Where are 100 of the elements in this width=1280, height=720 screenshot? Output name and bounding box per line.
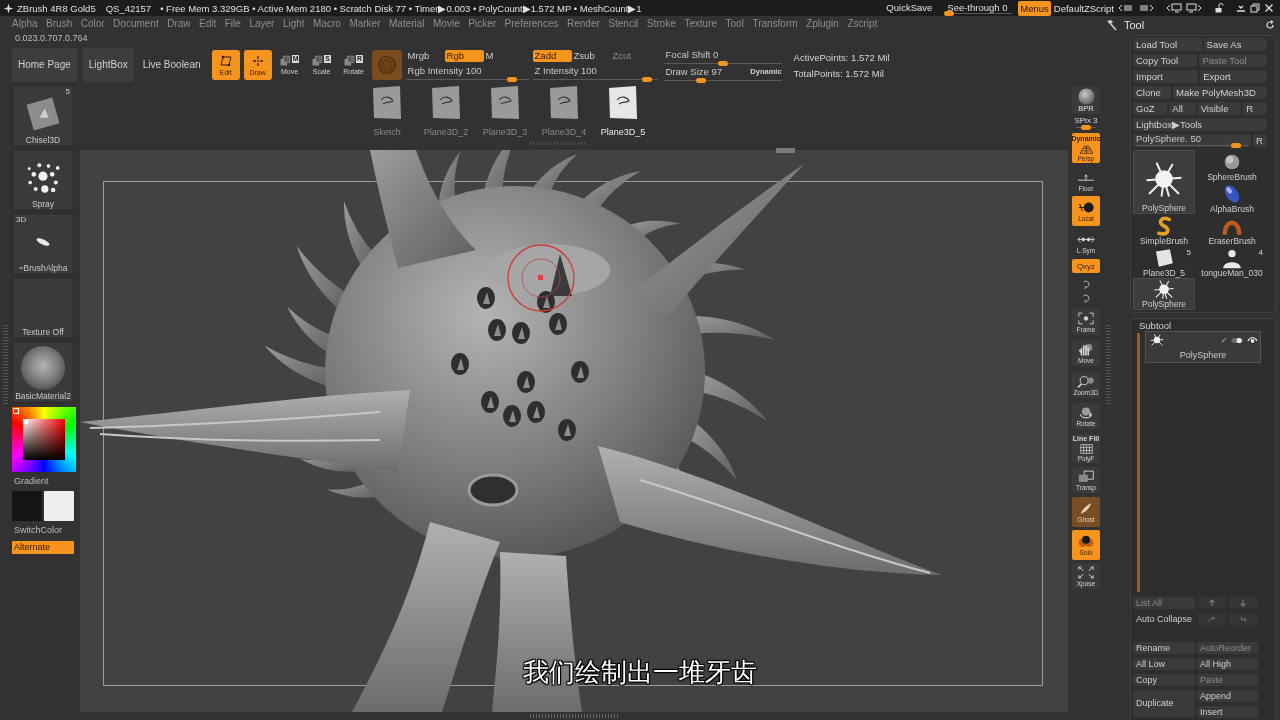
recent-tool-item[interactable]: Sketch <box>362 85 412 141</box>
alternate-toggle[interactable]: Alternate <box>12 541 74 554</box>
tool-tile[interactable]: EraserBrush <box>1197 214 1267 246</box>
menu-item[interactable]: Picker <box>468 19 497 29</box>
subtool-button[interactable]: All High <box>1197 658 1258 670</box>
sculpt-mode-toggle[interactable]: Zsub <box>571 50 611 62</box>
grip-handle-icon[interactable] <box>530 142 586 145</box>
color-swatch[interactable] <box>12 491 42 521</box>
color-mode-toggle[interactable]: M <box>483 50 523 62</box>
recent-tool-item[interactable]: Plane3D_2 <box>421 85 471 141</box>
alpha-slot[interactable]: 3D ~BrushAlpha <box>12 213 74 275</box>
switch-color-label[interactable]: SwitchColor <box>12 525 80 536</box>
material-slot[interactable]: BasicMaterial2 <box>12 341 74 403</box>
menu-item[interactable]: Alpha <box>12 19 38 29</box>
menu-item[interactable]: Tool <box>725 19 744 29</box>
slash-toggle-icon[interactable] <box>1221 337 1227 343</box>
menu-item[interactable]: Render <box>567 19 600 29</box>
color-mode-toggle[interactable]: Rgb <box>444 50 484 62</box>
slider-thumb[interactable] <box>944 11 955 16</box>
insert-button[interactable]: Insert <box>1197 706 1258 718</box>
tool-tile[interactable]: 5 Plane3D_5 <box>1133 246 1195 278</box>
auto-collapse-button[interactable]: Auto Collapse <box>1133 613 1195 625</box>
palette-button[interactable]: Save As <box>1203 38 1266 51</box>
append-button[interactable]: Append <box>1197 690 1258 702</box>
minimize-icon[interactable] <box>1236 3 1246 13</box>
slider-thumb[interactable] <box>1081 125 1091 130</box>
menu-item[interactable]: Macro <box>313 19 341 29</box>
color-swatch[interactable] <box>44 491 74 521</box>
stroke-slot[interactable]: Spray <box>12 149 74 211</box>
grip-handle-icon[interactable] <box>530 714 618 718</box>
refresh-icon[interactable] <box>1265 19 1275 30</box>
tool-tile[interactable]: AlphaBrush <box>1197 182 1267 214</box>
reset-button[interactable]: R <box>1253 134 1266 147</box>
recent-tool-item[interactable]: Plane3D_5 <box>598 85 648 141</box>
slider-thumb[interactable] <box>717 61 728 66</box>
return-arrow-button[interactable] <box>1229 613 1257 625</box>
slider-thumb[interactable] <box>1230 143 1241 148</box>
menu-item[interactable]: Texture <box>684 19 718 29</box>
palette-button[interactable]: Copy Tool <box>1133 54 1198 67</box>
palette-button[interactable]: Import <box>1133 70 1199 83</box>
menu-item[interactable]: Edit <box>199 19 217 29</box>
tool-tile[interactable]: SimpleBrush <box>1133 214 1195 246</box>
collapse-right-icon[interactable] <box>1138 3 1154 13</box>
recent-tool-item[interactable]: Plane3D_3 <box>480 85 530 141</box>
menus-button[interactable]: Menus <box>1018 0 1051 16</box>
quicksave-button[interactable]: QuickSave <box>886 3 933 13</box>
recent-tool-item[interactable]: Plane3D_4 <box>539 85 589 141</box>
menu-item[interactable]: Layer <box>249 19 275 29</box>
subtool-item[interactable]: PolySphere <box>1145 331 1261 363</box>
menu-item[interactable]: Stroke <box>646 19 676 29</box>
subtool-button[interactable]: All Low <box>1133 658 1195 670</box>
toggle-switch-icon[interactable] <box>1231 336 1243 344</box>
color-mode-toggle[interactable]: Mrgb <box>405 50 445 62</box>
menu-item[interactable]: Marker <box>349 19 381 29</box>
menu-item[interactable]: Zplugin <box>806 19 839 29</box>
texture-slot[interactable]: Texture Off <box>12 277 74 339</box>
palette-button[interactable]: Clone <box>1133 86 1172 99</box>
close-icon[interactable] <box>1264 3 1274 13</box>
palette-button[interactable]: R <box>1243 102 1266 115</box>
shade-square[interactable] <box>23 419 65 460</box>
menu-item[interactable]: Zscript <box>847 19 878 29</box>
tool-tile[interactable]: SphereBrush <box>1197 150 1267 182</box>
palette-button[interactable]: GoZ <box>1133 102 1168 115</box>
duplicate-button[interactable]: Duplicate <box>1133 690 1195 717</box>
palette-button[interactable]: Lightbox▶Tools <box>1133 118 1266 131</box>
restore-icon[interactable] <box>1250 3 1260 13</box>
menu-item[interactable]: Color <box>80 19 105 29</box>
menu-item[interactable]: Stencil <box>608 19 639 29</box>
subtool-button[interactable]: Rename <box>1133 642 1195 654</box>
collapse-left-icon[interactable] <box>1118 3 1134 13</box>
slider-thumb[interactable] <box>641 77 652 82</box>
tool-tile[interactable]: PolySphere <box>1133 278 1195 310</box>
view-toggle-button[interactable]: Qxyz <box>1072 259 1100 273</box>
menu-item[interactable]: Material <box>389 19 425 29</box>
menu-item[interactable]: Light <box>282 19 305 29</box>
sculpt-mode-toggle[interactable]: Zadd <box>532 50 572 62</box>
material-swatch[interactable] <box>371 50 402 80</box>
menu-item[interactable]: Movie <box>433 19 460 29</box>
palette-button[interactable]: Visible <box>1197 102 1242 115</box>
unlock-icon[interactable] <box>1214 3 1224 13</box>
slider-thumb[interactable] <box>507 77 518 82</box>
menu-item[interactable]: Transform <box>752 19 798 29</box>
menu-item[interactable]: Brush <box>46 19 73 29</box>
grip-tab-icon[interactable] <box>776 148 795 153</box>
tool-slider[interactable]: PolySphere. 50 <box>1133 134 1251 147</box>
shelf-button[interactable]: LightBox <box>82 48 134 82</box>
dock-right-icon[interactable] <box>1186 3 1202 13</box>
subtool-button[interactable]: Copy <box>1133 674 1195 686</box>
palette-button[interactable]: Export <box>1200 70 1266 83</box>
palette-button[interactable]: Load Tool <box>1133 38 1202 51</box>
slider-thumb[interactable] <box>695 78 706 83</box>
shelf-button[interactable]: Home Page <box>12 48 77 82</box>
eye-icon[interactable] <box>1247 336 1258 344</box>
menu-item[interactable]: Document <box>113 19 159 29</box>
scroll-bar[interactable] <box>1137 333 1140 592</box>
tool-tile[interactable]: 4 tongueMan_030 <box>1197 246 1267 278</box>
current-tool-tile[interactable]: PolySphere <box>1133 150 1195 214</box>
menu-item[interactable]: File <box>224 19 241 29</box>
brush-slot[interactable]: 5 Chisel3D <box>12 85 74 147</box>
menu-item[interactable]: Preferences <box>504 19 559 29</box>
